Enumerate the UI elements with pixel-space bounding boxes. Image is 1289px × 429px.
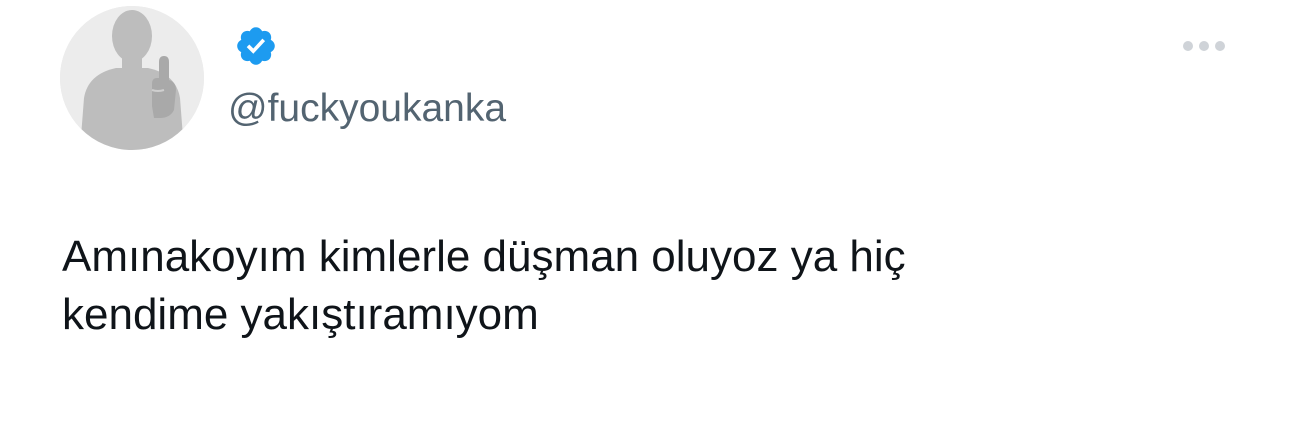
tweet-text: Amınakoyım kimlerle düşman oluyoz ya hiç… <box>62 232 906 339</box>
avatar[interactable] <box>60 6 204 150</box>
person-silhouette-icon <box>60 6 204 150</box>
tweet-card: @fuckyoukanka Amınakoyım kimlerle düşman… <box>0 0 1289 429</box>
user-handle[interactable]: @fuckyoukanka <box>228 84 506 134</box>
verified-badge-icon <box>234 24 278 68</box>
more-options-icon[interactable] <box>1176 34 1232 58</box>
